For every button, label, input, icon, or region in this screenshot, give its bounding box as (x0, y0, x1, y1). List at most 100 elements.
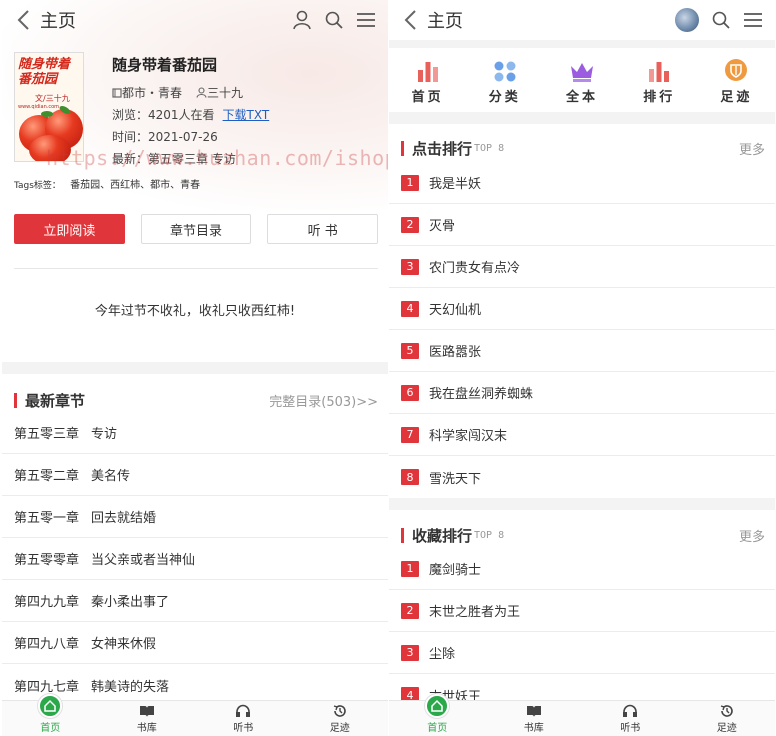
chapter-number: 第五零二章 (14, 469, 80, 484)
section-accent-bar (401, 140, 404, 156)
more-link[interactable]: 更多 (739, 139, 765, 158)
chapter-row[interactable]: 第四九九章 秦小柔出事了 (2, 580, 388, 622)
rank-row[interactable]: 2 末世之胜者为王 (389, 590, 775, 632)
rank-row[interactable]: 3 农门贵女有点冷 (389, 246, 775, 288)
search-icon[interactable] (324, 10, 344, 30)
rank-row[interactable]: 1 我是半妖 (389, 162, 775, 204)
section-gap (389, 498, 775, 510)
rank-row[interactable]: 1 魔剑骑士 (389, 548, 775, 590)
tab-home[interactable]: 首页 (2, 694, 99, 736)
back-arrow-icon[interactable] (397, 7, 423, 33)
quicknav-category[interactable]: 分类 (466, 56, 543, 110)
action-buttons: 立即阅读 章节目录 听 书 (14, 214, 379, 244)
tab-label: 足迹 (329, 723, 350, 734)
tags-list[interactable]: 番茄园、西红柿、都市、青春 (70, 180, 200, 191)
back-arrow-icon[interactable] (10, 7, 36, 33)
rank-bars-icon (647, 56, 671, 82)
quicknav-home[interactable]: 首页 (389, 56, 466, 110)
chapter-row[interactable]: 第五零一章 回去就结婚 (2, 496, 388, 538)
rank-row[interactable]: 7 科学家闯汉末 (389, 414, 775, 456)
more-link[interactable]: 更多 (739, 526, 765, 545)
rank-badge: 2 (401, 216, 419, 233)
section-gap (389, 112, 775, 124)
rank-badge: 1 (401, 560, 419, 577)
chapter-name: 当父亲或者当神仙 (91, 553, 196, 568)
search-icon[interactable] (711, 10, 731, 30)
chapter-row[interactable]: 第五零三章 专访 (2, 412, 388, 454)
chapter-number: 第五零零章 (14, 553, 80, 568)
tab-label: 听书 (233, 723, 254, 734)
home-icon (425, 694, 450, 718)
user-icon[interactable] (292, 10, 312, 30)
chapter-row[interactable]: 第五零二章 美名传 (2, 454, 388, 496)
avatar[interactable] (675, 8, 699, 32)
chapter-number: 第四九九章 (14, 595, 80, 610)
page-title: 主页 (40, 11, 76, 32)
tab-listen[interactable]: 听书 (195, 701, 292, 736)
bar-chart-icon (416, 56, 440, 82)
chapter-row[interactable]: 第四九八章 女神来休假 (2, 622, 388, 664)
rank-badge: 4 (401, 300, 419, 317)
book-detail-screen: 主页 随身带着番茄园 文/三十九 www.qidian.com 随身带着番茄园 … (2, 0, 388, 736)
read-now-button[interactable]: 立即阅读 (14, 214, 125, 244)
rank-row[interactable]: 3 尘除 (389, 632, 775, 674)
tab-home[interactable]: 首页 (389, 694, 486, 736)
quicknav-label: 首页 (411, 90, 444, 105)
book-name: 末世之胜者为王 (429, 605, 521, 620)
book-author: 三十九 (207, 86, 244, 100)
cover-author: 文/三十九 (35, 94, 70, 103)
book-name: 科学家闯汉末 (429, 429, 508, 444)
tab-label: 首页 (40, 723, 61, 734)
chapter-name: 女神来休假 (91, 637, 157, 652)
tab-history[interactable]: 足迹 (292, 701, 389, 736)
top-bar: 主页 (2, 0, 388, 40)
quicknav-rank[interactable]: 排行 (621, 56, 698, 110)
tab-library[interactable]: 书库 (99, 701, 196, 736)
home-screen: 主页 首页 分类 全本 排行 足迹 点击排行 TOP 8 更多 1 我是半妖 2… (389, 0, 775, 736)
tab-library[interactable]: 书库 (486, 701, 583, 736)
book-icon (112, 87, 122, 98)
chapter-name: 秦小柔出事了 (91, 595, 170, 610)
listen-book-button[interactable]: 听 书 (267, 214, 379, 244)
rank-row[interactable]: 2 灭骨 (389, 204, 775, 246)
rank-badge: 3 (401, 258, 419, 275)
book-name: 医路嚣张 (429, 345, 482, 360)
download-txt-link[interactable]: 下载TXT (223, 106, 270, 123)
quicknav-label: 足迹 (720, 90, 753, 105)
leaf-shape (41, 111, 53, 117)
rank-row[interactable]: 5 医路嚣张 (389, 330, 775, 372)
chapter-number: 第四九七章 (14, 679, 80, 695)
shield-icon (724, 56, 748, 82)
section-subtitle: TOP 8 (474, 142, 505, 154)
rank-row[interactable]: 8 雪洗天下 (389, 456, 775, 498)
tab-label: 书库 (523, 723, 544, 734)
rank-badge: 2 (401, 602, 419, 619)
quicknav-complete[interactable]: 全本 (543, 56, 620, 110)
book-title: 随身带着番茄园 (112, 56, 218, 74)
crown-icon (569, 56, 595, 82)
chapter-number: 第五零一章 (14, 511, 80, 526)
book-views-row: 浏览：4201人在看 下载TXT (112, 106, 269, 123)
rank-badge: 1 (401, 174, 419, 191)
book-name: 尘除 (429, 647, 456, 662)
tab-label: 足迹 (716, 723, 737, 734)
headphones-icon (622, 704, 638, 718)
menu-icon[interactable] (743, 12, 763, 28)
chapter-name: 美名传 (91, 469, 131, 484)
full-catalog-link[interactable]: 完整目录(503)>> (269, 391, 378, 410)
tab-listen[interactable]: 听书 (582, 701, 679, 736)
quicknav-history[interactable]: 足迹 (698, 56, 775, 110)
tab-history[interactable]: 足迹 (679, 701, 776, 736)
chapter-list-button[interactable]: 章节目录 (140, 214, 252, 244)
menu-icon[interactable] (356, 12, 376, 28)
rank-row[interactable]: 4 天幻仙机 (389, 288, 775, 330)
top-bar: 主页 (389, 0, 775, 40)
book-name: 农门贵女有点冷 (429, 261, 521, 276)
history-icon (332, 704, 348, 718)
rank-badge: 3 (401, 644, 419, 661)
rank-row[interactable]: 6 我在盘丝洞养蜘蛛 (389, 372, 775, 414)
page-title: 主页 (427, 11, 463, 32)
chapter-row[interactable]: 第五零零章 当父亲或者当神仙 (2, 538, 388, 580)
book-name: 我在盘丝洞养蜘蛛 (429, 387, 534, 402)
books-icon (526, 704, 542, 718)
